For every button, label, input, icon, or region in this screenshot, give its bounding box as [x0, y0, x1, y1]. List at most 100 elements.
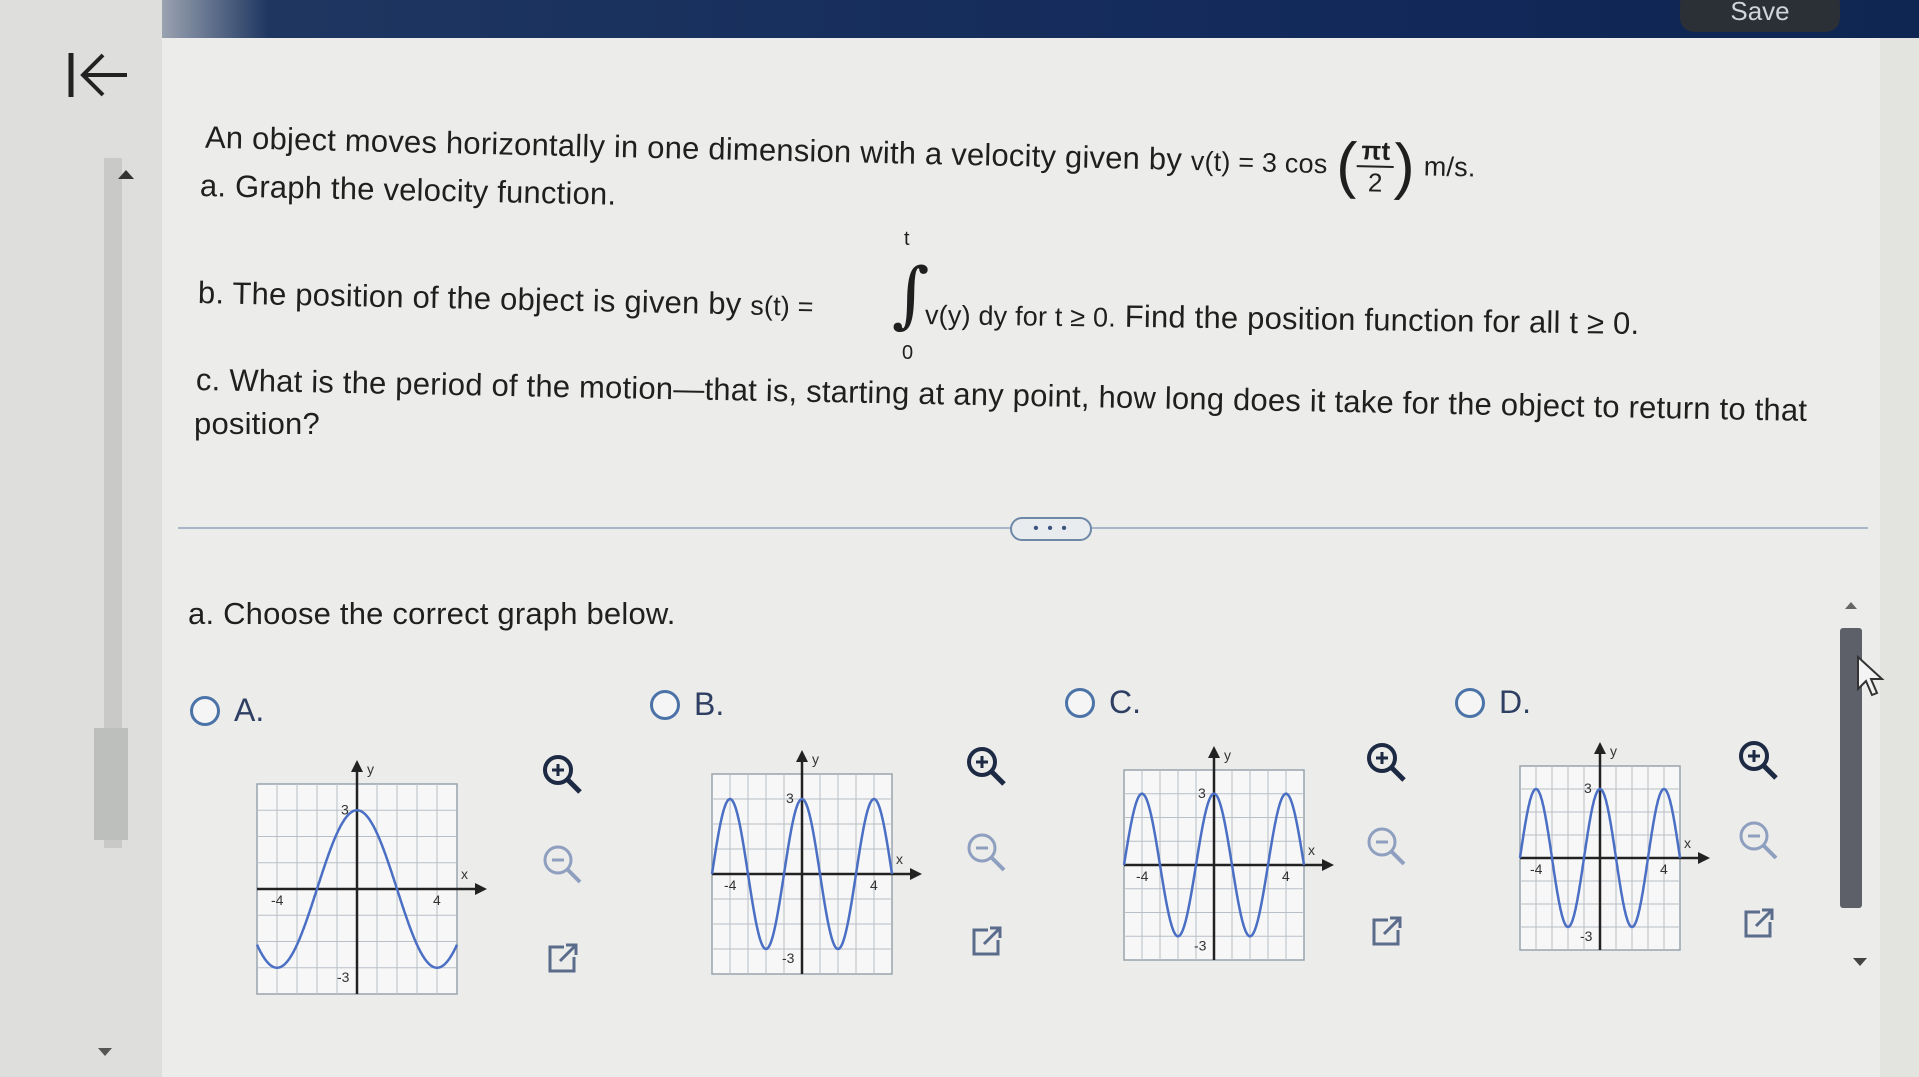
- option-b-popout-button[interactable]: [962, 918, 1010, 966]
- y-axis-label: y: [367, 761, 374, 777]
- option-b-radio[interactable]: [650, 689, 680, 720]
- option-c-graph: 3 -3 -4 4 y x: [1122, 746, 1334, 961]
- option-c[interactable]: C.: [1065, 684, 1141, 721]
- answer-prompt: a. Choose the correct graph below.: [188, 596, 676, 631]
- option-d[interactable]: D.: [1455, 684, 1531, 721]
- x-axis-label: x: [1308, 842, 1315, 858]
- y-axis-arrow: [1208, 746, 1220, 758]
- zoom-in-icon: [967, 747, 1006, 786]
- open-in-new-window-icon: [1372, 916, 1402, 946]
- option-a-label: A.: [234, 692, 265, 728]
- y-axis-arrow: [1594, 742, 1606, 754]
- zoom-in-icon: [1367, 743, 1406, 782]
- open-in-new-window-icon: [972, 926, 1002, 956]
- tick-label-y-bottom: -3: [1580, 928, 1593, 944]
- option-d-zoom-out-button[interactable]: [1734, 816, 1782, 864]
- zoom-out-icon: [543, 845, 582, 884]
- integral-lhs: s(t) =: [749, 290, 815, 322]
- option-a-zoom-out-button[interactable]: [538, 840, 586, 888]
- tick-label-y-bottom: -3: [782, 950, 795, 966]
- option-d-popout-button[interactable]: [1734, 900, 1782, 948]
- option-a-popout-button[interactable]: [538, 935, 586, 983]
- option-b-zoom-in-button[interactable]: [962, 742, 1010, 790]
- open-in-new-window-icon: [1744, 908, 1774, 938]
- option-b-graph: 3 -3 -4 4 y x: [710, 750, 922, 975]
- intro-text: An object moves horizontally in one dime…: [204, 119, 1183, 177]
- option-d-label: D.: [1499, 684, 1531, 720]
- option-c-popout-button[interactable]: [1362, 908, 1410, 956]
- option-c-label: C.: [1109, 684, 1141, 720]
- open-in-new-window-icon: [548, 943, 578, 973]
- option-b-zoom-out-button[interactable]: [962, 828, 1010, 876]
- zoom-in-icon: [543, 755, 582, 794]
- option-d-radio[interactable]: [1455, 687, 1485, 718]
- option-b-label: B.: [694, 686, 725, 722]
- tick-label-x-left: -4: [1136, 868, 1149, 884]
- y-axis-arrow: [796, 750, 808, 762]
- right-scroll-down-icon[interactable]: [1853, 958, 1867, 966]
- option-d-zoom-in-button[interactable]: [1734, 736, 1782, 784]
- top-bar: Save: [0, 0, 1919, 38]
- option-a-zoom-in-button[interactable]: [538, 750, 586, 798]
- right-scroll-up-icon[interactable]: [1845, 602, 1857, 609]
- option-c-zoom-out-button[interactable]: [1362, 822, 1410, 870]
- y-axis-label: y: [1224, 747, 1231, 763]
- left-paren: (: [1335, 130, 1358, 201]
- part-b-after-text: Find the position function for all t ≥ 0…: [1124, 298, 1640, 341]
- velocity-units: m/s.: [1423, 151, 1476, 183]
- option-b[interactable]: B.: [650, 686, 724, 723]
- tick-label-x-right: 4: [1282, 868, 1290, 884]
- scroll-down-arrow-icon[interactable]: [98, 1048, 112, 1056]
- tick-label-y-bottom: -3: [337, 969, 350, 985]
- y-axis-arrow: [351, 760, 363, 772]
- y-axis-label: y: [812, 751, 819, 767]
- tick-label-y-bottom: -3: [1194, 937, 1207, 953]
- mouse-cursor-icon: [1857, 655, 1885, 697]
- right-paren: ): [1393, 131, 1416, 202]
- x-axis-arrow: [910, 868, 922, 880]
- integral-upper-limit: t: [904, 228, 910, 250]
- tick-label-y-top: 3: [341, 801, 349, 817]
- tick-label-x-right: 4: [870, 877, 878, 893]
- option-a-graph: 3 -3 -4 4 y x: [255, 760, 487, 995]
- tick-label-y-top: 3: [1198, 785, 1206, 801]
- fraction-denominator: 2: [1367, 166, 1383, 198]
- tick-label-y-top: 3: [786, 790, 794, 806]
- back-to-first-button[interactable]: [58, 44, 138, 106]
- x-axis-label: x: [461, 866, 468, 882]
- x-axis-label: x: [896, 851, 903, 867]
- fraction-numerator: πt: [1357, 134, 1395, 168]
- x-axis-label: x: [1684, 835, 1691, 851]
- tick-label-x-right: 4: [1660, 861, 1668, 877]
- option-a-radio[interactable]: [190, 695, 220, 726]
- tick-label-x-left: -4: [271, 892, 284, 908]
- zoom-out-icon: [967, 833, 1006, 872]
- integral-sign: ∫: [892, 252, 930, 336]
- velocity-formula: v(t) = 3 cos: [1190, 146, 1328, 180]
- option-d-graph: 3 -3 -4 4 y x: [1518, 742, 1710, 951]
- zoom-in-icon: [1739, 741, 1778, 780]
- left-panel: [0, 0, 162, 1077]
- expand-divider-button[interactable]: • • •: [1010, 517, 1092, 541]
- zoom-out-icon: [1739, 821, 1778, 860]
- x-axis-arrow: [1698, 852, 1710, 864]
- tick-label-x-right: 4: [433, 892, 441, 908]
- tick-label-x-left: -4: [1530, 861, 1543, 877]
- zoom-out-icon: [1367, 827, 1406, 866]
- velocity-fraction: πt 2: [1356, 134, 1395, 198]
- scroll-up-arrow-icon[interactable]: [118, 170, 134, 179]
- option-c-zoom-in-button[interactable]: [1362, 738, 1410, 786]
- option-c-radio[interactable]: [1065, 687, 1095, 718]
- tick-label-y-top: 3: [1584, 780, 1592, 796]
- x-axis-arrow: [1322, 859, 1334, 871]
- x-axis-arrow: [475, 883, 487, 895]
- part-c-line2: position?: [194, 406, 320, 441]
- integral-body: v(y) dy for t ≥ 0.: [924, 300, 1117, 333]
- left-scrollbar-thumb[interactable]: [94, 728, 128, 840]
- first-page-arrow-icon: [68, 53, 127, 97]
- save-button[interactable]: Save: [1680, 0, 1840, 32]
- integral-lower-limit: 0: [902, 342, 914, 364]
- y-axis-label: y: [1610, 743, 1617, 759]
- tick-label-x-left: -4: [724, 877, 737, 893]
- option-a[interactable]: A.: [190, 692, 264, 729]
